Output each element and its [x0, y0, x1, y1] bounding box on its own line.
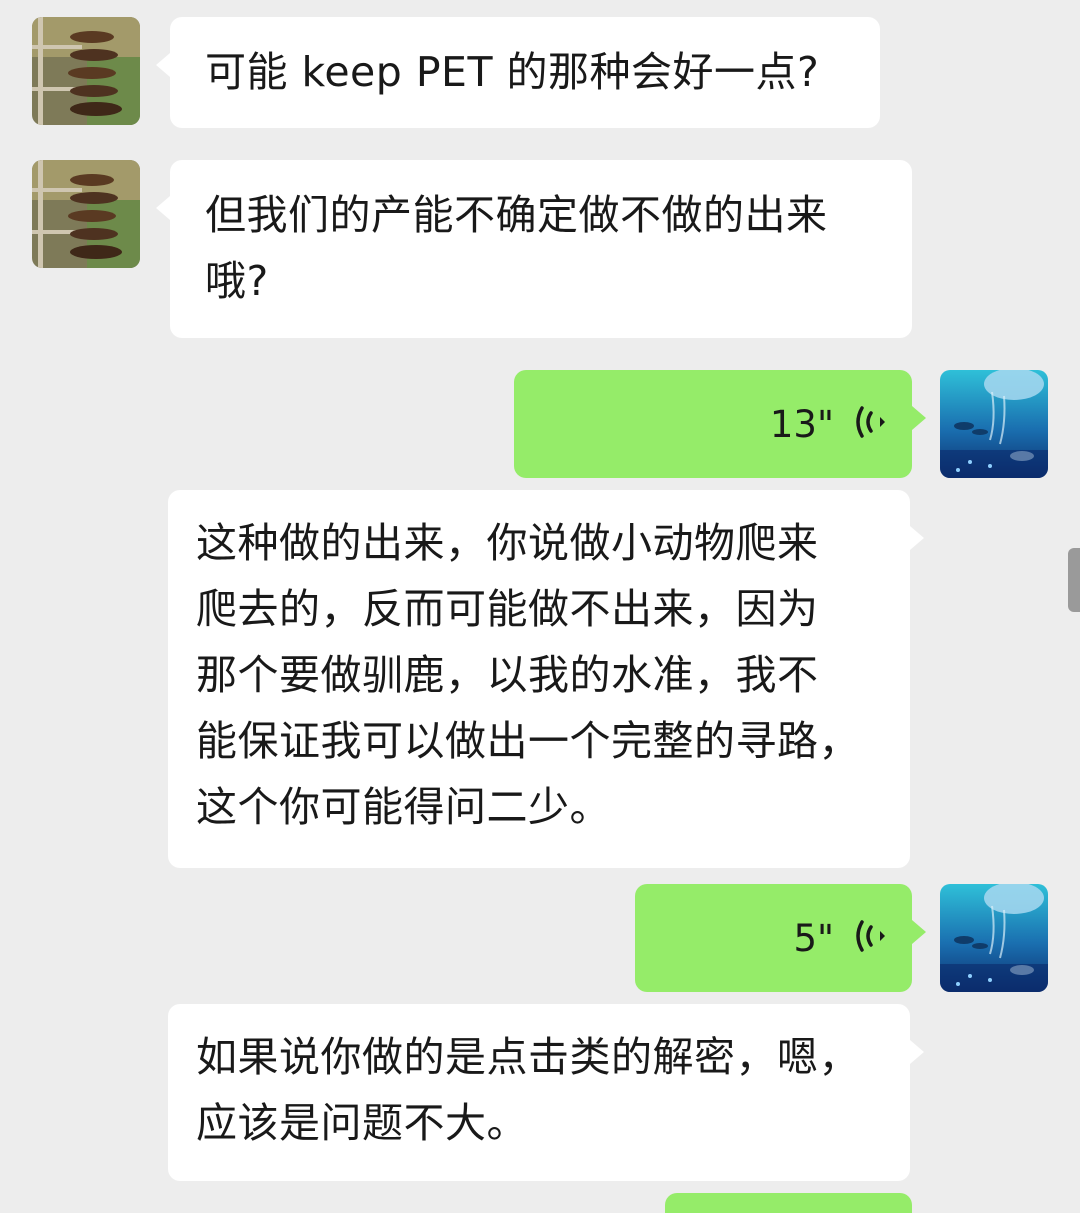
- message-bubble-outgoing[interactable]: 这种做的出来，你说做小动物爬来 爬去的，反而可能做不出来，因为 那个要做驯鹿，以…: [168, 490, 924, 868]
- voice-wave-icon: [856, 916, 890, 960]
- voice-message-bubble[interactable]: 13": [514, 370, 926, 478]
- scrollbar-thumb[interactable]: [1068, 548, 1080, 612]
- voice-duration: 5": [793, 916, 834, 960]
- bubble-tail: [912, 920, 926, 944]
- bubble-tail: [912, 406, 926, 430]
- my-avatar[interactable]: [940, 884, 1048, 992]
- my-avatar[interactable]: [940, 370, 1048, 478]
- bubble-tail: [910, 526, 924, 550]
- bubble-tail: [156, 196, 170, 220]
- bubble-tail: [910, 1040, 924, 1064]
- voice-message-content: 13": [770, 370, 890, 478]
- voice-duration: 13": [769, 402, 834, 446]
- message-text: 这种做的出来，你说做小动物爬来 爬去的，反而可能做不出来，因为 那个要做驯鹿，以…: [196, 519, 860, 831]
- message-bubble-incoming[interactable]: 可能 keep PET 的那种会好一点?: [156, 17, 880, 128]
- message-text: 如果说你做的是点击类的解密，嗯， 应该是问题不大。: [196, 1033, 860, 1147]
- message-text: 但我们的产能不确定做不做的出来 哦?: [205, 191, 828, 305]
- contact-avatar[interactable]: [32, 160, 140, 268]
- message-bubble-partial[interactable]: [665, 1193, 912, 1213]
- voice-message-bubble[interactable]: 5": [635, 884, 926, 992]
- contact-avatar[interactable]: [32, 17, 140, 125]
- message-text: 可能 keep PET 的那种会好一点?: [205, 48, 820, 96]
- bubble-tail: [156, 53, 170, 77]
- voice-wave-icon: [856, 402, 890, 446]
- message-bubble-incoming[interactable]: 但我们的产能不确定做不做的出来 哦?: [156, 160, 912, 338]
- message-bubble-outgoing[interactable]: 如果说你做的是点击类的解密，嗯， 应该是问题不大。: [168, 1004, 924, 1181]
- voice-message-content: 5": [793, 884, 890, 992]
